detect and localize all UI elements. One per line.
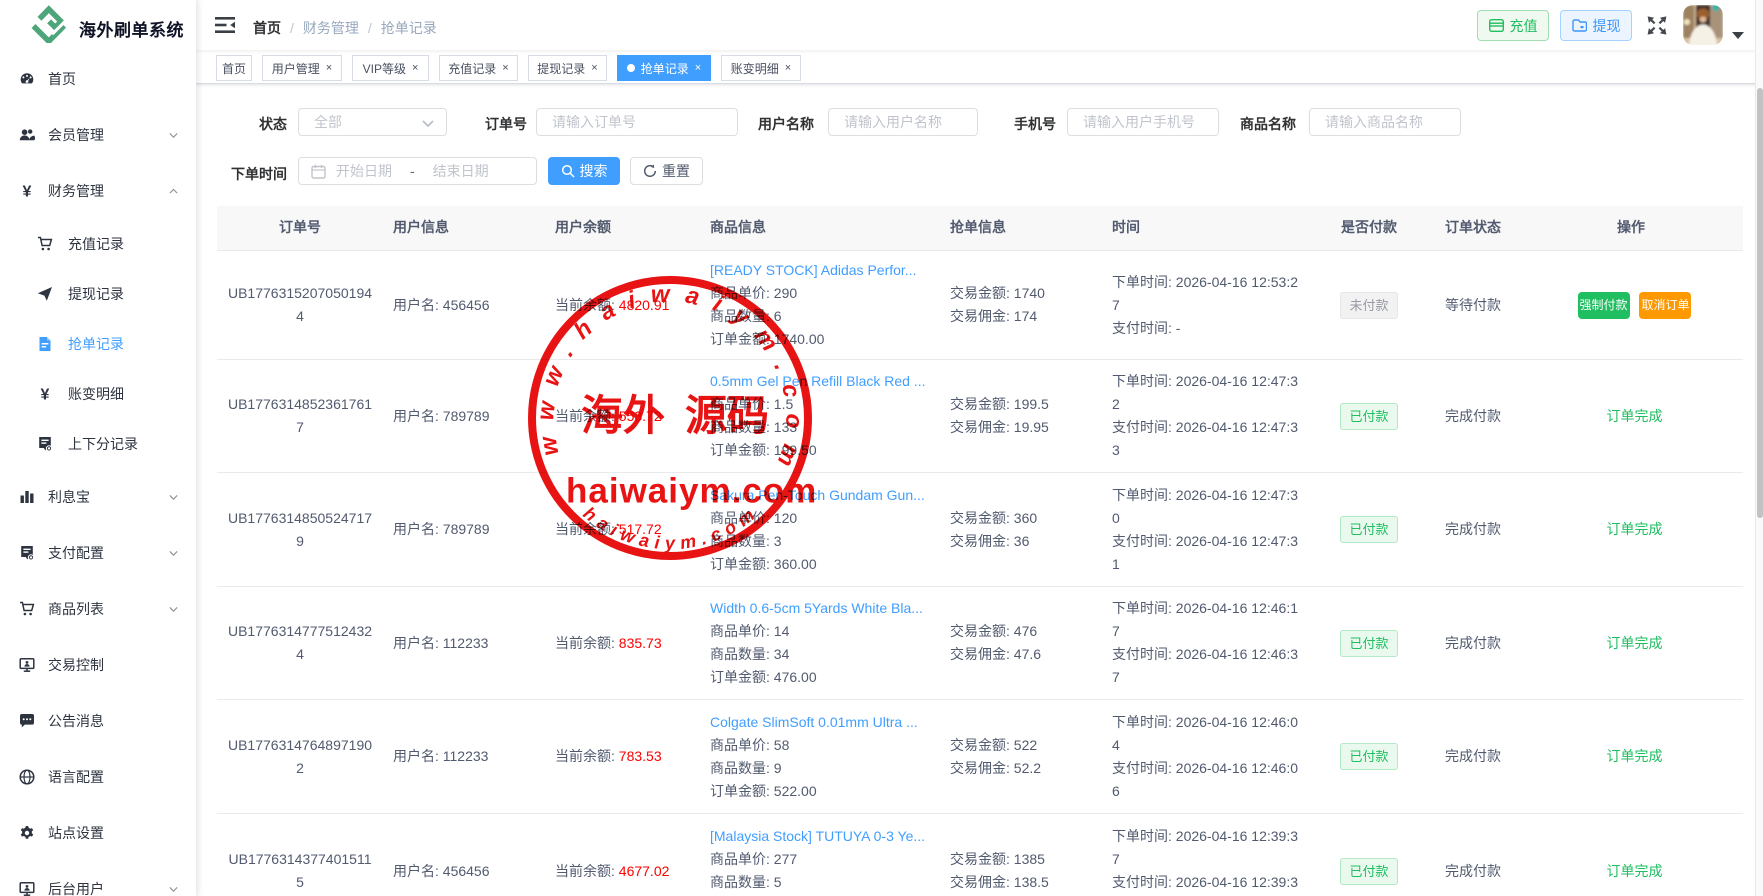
svg-text:¥: ¥ <box>41 387 50 403</box>
svg-text:¥: ¥ <box>23 184 32 200</box>
